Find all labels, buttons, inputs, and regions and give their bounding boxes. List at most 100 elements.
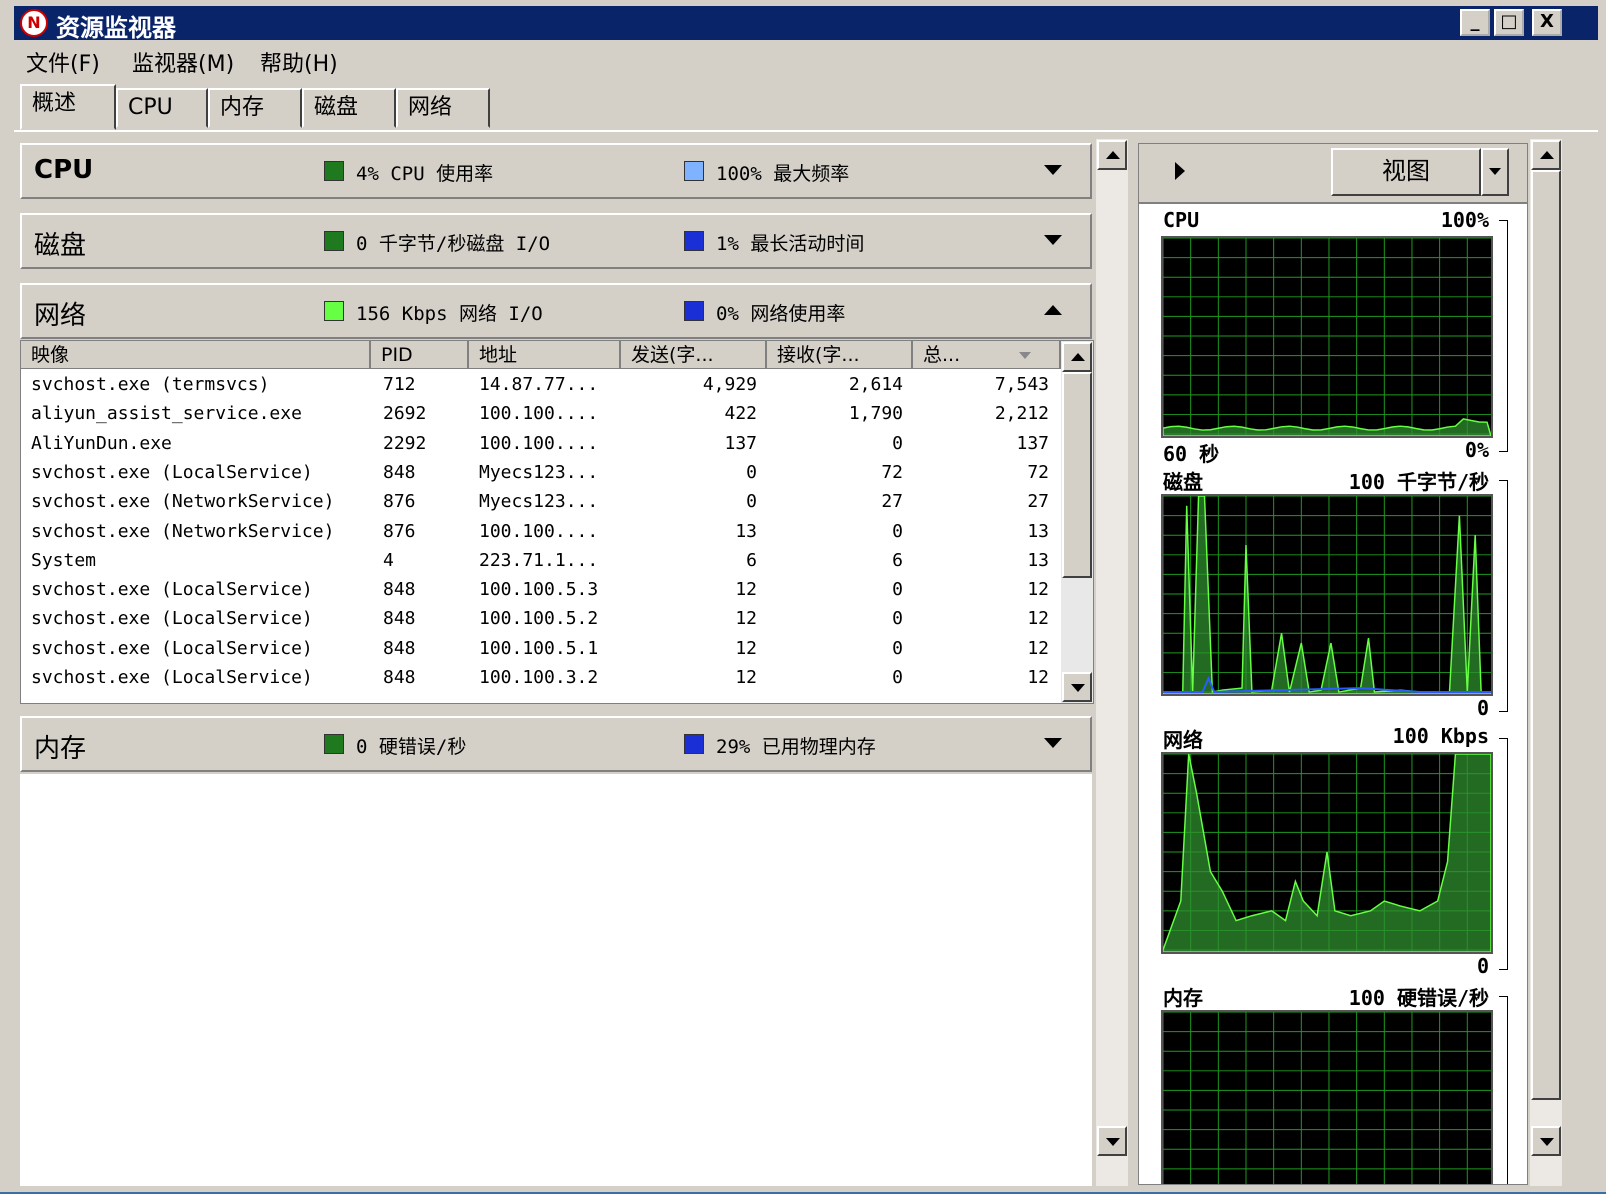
- network-graph-min: 0: [1476, 954, 1489, 978]
- cell-send: 12: [735, 579, 757, 601]
- network-section-header[interactable]: 网络 156 Kbps 网络 I/O 0% 网络使用率: [20, 283, 1092, 339]
- disk-section-header[interactable]: 磁盘 0 千字节/秒磁盘 I/O 1% 最长活动时间: [20, 213, 1092, 269]
- scroll-up-button[interactable]: [1062, 342, 1092, 372]
- cpu-section-header[interactable]: CPU 4% CPU 使用率 100% 最大频率: [20, 143, 1092, 199]
- cell-address: 223.71.1...: [479, 549, 599, 571]
- memory-section-title: 内存: [34, 734, 87, 764]
- table-row[interactable]: svchost.exe (LocalService) 848 100.100.5.2…: [21, 605, 1061, 634]
- tab-overview[interactable]: 概述: [20, 84, 116, 130]
- cell-address: Myecs123...: [479, 491, 599, 513]
- cell-send: 12: [735, 667, 757, 688]
- graphs-pane: 视图 CPU 100% 60 秒 0% 磁盘 100 千字节/秒 0 网络 10…: [1138, 143, 1528, 1185]
- sort-down-icon: [1019, 352, 1031, 359]
- table-row[interactable]: svchost.exe (LocalService) 848 100.100.5.1…: [21, 635, 1061, 664]
- cell-total: 12: [1027, 579, 1049, 601]
- table-row[interactable]: aliyun_assist_service.exe 2692 100.100....…: [21, 400, 1061, 429]
- table-row[interactable]: AliYunDun.exe 2292 100.100.... 137 0 137: [21, 430, 1061, 459]
- cell-image: svchost.exe (LocalService): [31, 608, 313, 630]
- cell-receive: 0: [892, 579, 903, 601]
- menu-help[interactable]: 帮助(H): [260, 46, 338, 78]
- right-pane-scrollbar[interactable]: [1530, 139, 1562, 1186]
- chevron-down-icon[interactable]: [1044, 165, 1062, 175]
- table-row[interactable]: svchost.exe (LocalService) 848 100.100.3.2…: [21, 664, 1061, 693]
- cell-total: 13: [1027, 520, 1049, 542]
- cell-address: 100.100.5.3: [479, 579, 599, 601]
- minimize-button[interactable]: _: [1460, 9, 1490, 36]
- cell-image: svchost.exe (termsvcs): [31, 374, 270, 395]
- physical-memory-stat: 29% 已用物理内存: [716, 736, 876, 758]
- graph-bracket: [1499, 480, 1508, 712]
- network-section-title: 网络: [34, 301, 87, 331]
- column-header-pid[interactable]: PID: [371, 341, 469, 369]
- cpu-usage-stat: 4% CPU 使用率: [356, 163, 494, 185]
- table-row[interactable]: svchost.exe (LocalService) 848 100.100.5.3…: [21, 576, 1061, 605]
- scroll-up-button[interactable]: [1531, 140, 1561, 170]
- tab-memory[interactable]: 内存: [208, 88, 302, 128]
- close-button[interactable]: X: [1532, 9, 1562, 36]
- menu-bar: 文件(F) 监视器(M) 帮助(H): [14, 40, 1598, 80]
- memory-section-header[interactable]: 内存 0 硬错误/秒 29% 已用物理内存: [20, 716, 1092, 772]
- cell-pid: 876: [383, 491, 416, 513]
- disk-graph: [1161, 494, 1493, 696]
- title-bar[interactable]: N 资源监视器 _ □ X: [14, 6, 1598, 42]
- disk-section-title: 磁盘: [34, 231, 87, 261]
- table-row[interactable]: svchost.exe (NetworkService) 876 Myecs123.…: [21, 488, 1061, 517]
- table-row[interactable]: System 4 223.71.1... 6 6 13: [21, 547, 1061, 576]
- disk-io-swatch: [324, 231, 344, 251]
- scroll-down-button[interactable]: [1062, 672, 1092, 702]
- table-row[interactable]: svchost.exe (LocalService) 848 Myecs123...…: [21, 459, 1061, 488]
- column-header-address[interactable]: 地址: [469, 341, 621, 369]
- cell-image: AliYunDun.exe: [31, 432, 172, 454]
- cell-pid: 848: [383, 461, 416, 483]
- cell-send: 0: [746, 491, 757, 513]
- column-header-receive[interactable]: 接收(字...: [767, 341, 913, 369]
- tab-network[interactable]: 网络: [396, 88, 490, 128]
- scroll-thumb[interactable]: [1062, 372, 1092, 578]
- view-dropdown-button[interactable]: [1481, 148, 1509, 196]
- disk-active-stat: 1% 最长活动时间: [716, 233, 865, 255]
- cell-receive: 1,790: [848, 403, 903, 425]
- table-scrollbar[interactable]: [1061, 341, 1093, 703]
- disk-io-stat: 0 千字节/秒磁盘 I/O: [356, 233, 551, 255]
- tab-disk[interactable]: 磁盘: [302, 88, 396, 128]
- cell-image: svchost.exe (NetworkService): [31, 491, 335, 513]
- column-header-send[interactable]: 发送(字...: [621, 341, 767, 369]
- collapse-pane-icon[interactable]: [1175, 162, 1185, 180]
- cpu-graph-title: CPU: [1163, 208, 1200, 232]
- chevron-up-icon[interactable]: [1044, 305, 1062, 315]
- table-row[interactable]: svchost.exe (termsvcs) 712 14.87.77... 4,92…: [21, 371, 1061, 400]
- cell-pid: 848: [383, 579, 416, 601]
- scroll-up-button[interactable]: [1097, 140, 1127, 170]
- cell-total: 12: [1027, 608, 1049, 630]
- cell-total: 12: [1027, 667, 1049, 688]
- chevron-down-icon[interactable]: [1044, 738, 1062, 748]
- cpu-freq-stat: 100% 最大频率: [716, 163, 850, 185]
- cpu-graph-max: 100%: [1440, 208, 1489, 232]
- scroll-down-button[interactable]: [1097, 1126, 1127, 1156]
- column-header-total[interactable]: 总...: [913, 341, 1061, 369]
- cell-image: System: [31, 549, 97, 571]
- cell-receive: 72: [881, 461, 903, 483]
- window-title: 资源监视器: [56, 14, 176, 42]
- network-graph-max: 100 Kbps: [1392, 724, 1489, 748]
- cell-receive: 0: [892, 520, 903, 542]
- table-row[interactable]: svchost.exe (NetworkService) 876 100.100..…: [21, 518, 1061, 547]
- column-header-image[interactable]: 映像: [21, 341, 371, 369]
- maximize-button[interactable]: □: [1494, 9, 1524, 36]
- cpu-graph: [1161, 236, 1493, 438]
- cell-pid: 712: [383, 374, 416, 395]
- chevron-down-icon[interactable]: [1044, 235, 1062, 245]
- scroll-thumb[interactable]: [1531, 170, 1561, 1100]
- menu-file[interactable]: 文件(F): [26, 46, 100, 78]
- menu-monitor[interactable]: 监视器(M): [132, 46, 234, 78]
- tab-cpu[interactable]: CPU: [116, 88, 208, 128]
- view-button[interactable]: 视图: [1331, 148, 1481, 196]
- graph-bracket: [1499, 220, 1508, 452]
- cpu-graph-time: 60 秒: [1163, 442, 1220, 466]
- cell-address: 100.100.5.1: [479, 637, 599, 659]
- cell-receive: 0: [892, 608, 903, 630]
- scroll-down-button[interactable]: [1531, 1126, 1561, 1156]
- cell-image: svchost.exe (LocalService): [31, 461, 313, 483]
- left-pane-scrollbar[interactable]: [1096, 139, 1128, 1186]
- cell-image: aliyun_assist_service.exe: [31, 403, 302, 425]
